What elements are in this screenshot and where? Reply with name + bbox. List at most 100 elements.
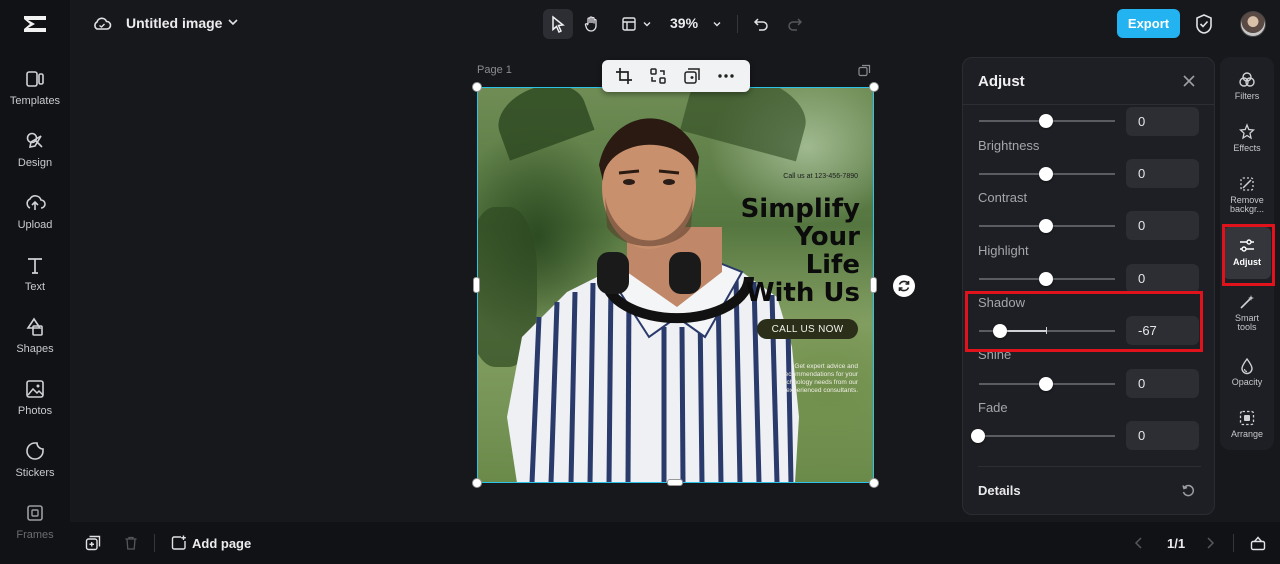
page-manager-icon[interactable] [1250, 535, 1266, 551]
tool-label: Filters [1234, 91, 1260, 101]
redo-button[interactable] [784, 9, 806, 39]
nav-upload[interactable]: Upload [0, 188, 70, 244]
tool-effects[interactable]: Effects [1223, 113, 1271, 165]
nav-text[interactable]: Text [0, 250, 70, 306]
zoom-level[interactable]: 39% [670, 15, 698, 31]
resize-handle-bottom-right[interactable] [869, 478, 879, 488]
delete-page-icon[interactable] [123, 535, 139, 551]
adjust-panel: Adjust 0 Brightness 0 Contrast 0 Highlig… [962, 57, 1215, 515]
close-icon[interactable] [1182, 74, 1196, 88]
next-page-icon[interactable] [1202, 535, 1218, 551]
shapes-icon [26, 317, 43, 336]
tool-adjust[interactable]: Adjust [1223, 227, 1271, 279]
replace-icon[interactable] [648, 66, 668, 86]
add-page-button[interactable]: Add page [192, 536, 251, 551]
undo-icon [753, 18, 768, 31]
highlight-slider-knob[interactable] [1039, 272, 1053, 286]
nav-stickers[interactable]: Stickers [0, 436, 70, 492]
details-toggle[interactable]: Details [978, 483, 1021, 498]
fade-value-input[interactable]: 0 [1126, 421, 1199, 450]
hand-icon [584, 16, 597, 32]
shine-value-input[interactable]: 0 [1126, 369, 1199, 398]
opacity-drop-icon [1241, 357, 1253, 375]
tool-arrange[interactable]: Arrange [1223, 399, 1271, 451]
nav-label: Stickers [15, 467, 55, 479]
more-options-icon[interactable] [716, 66, 736, 86]
hand-tool-button[interactable] [577, 9, 607, 39]
slider-value-input[interactable]: 0 [1126, 107, 1199, 136]
design-cta-button[interactable]: CALL US NOW [757, 319, 858, 339]
nav-design[interactable]: Design [0, 126, 70, 182]
shadow-value-input[interactable]: -67 [1126, 316, 1199, 345]
nav-label: Design [17, 157, 53, 169]
tool-opacity[interactable]: Opacity [1223, 347, 1271, 399]
resize-handle-bottom-left[interactable] [472, 478, 482, 488]
nav-label: Templates [9, 95, 61, 107]
shine-slider-knob[interactable] [1039, 377, 1053, 391]
duplicate-page-icon[interactable] [858, 64, 871, 77]
headline-line: Simplify [740, 194, 860, 224]
tool-filters[interactable]: Filters [1223, 61, 1271, 113]
document-title[interactable]: Untitled image [126, 15, 222, 31]
contrast-label: Contrast [978, 190, 1028, 205]
add-page-copy-icon[interactable] [85, 535, 101, 551]
nav-photos[interactable]: Photos [0, 374, 70, 430]
capcut-logo-icon[interactable] [20, 10, 50, 38]
shadow-slider-knob[interactable] [993, 324, 1007, 338]
slider-knob[interactable] [1039, 114, 1053, 128]
layout-dropdown-button[interactable] [616, 9, 656, 39]
layout-icon [621, 17, 636, 31]
brightness-label: Brightness [978, 138, 1040, 153]
shadow-slider-center-tick [1046, 327, 1047, 334]
tool-smart-tools[interactable]: Smart tools [1223, 283, 1271, 341]
highlight-label: Highlight [978, 243, 1029, 258]
resize-handle-left[interactable] [473, 277, 480, 293]
bottom-divider [154, 534, 155, 552]
export-button[interactable]: Export [1117, 9, 1180, 38]
resize-handle-bottom[interactable] [667, 479, 683, 486]
zoom-dropdown-button[interactable] [710, 9, 724, 39]
adjust-sliders-icon [1240, 239, 1254, 252]
reset-icon[interactable] [1181, 484, 1195, 498]
tool-label: Opacity [1231, 377, 1263, 387]
cloud-sync-icon[interactable] [92, 14, 112, 34]
resize-handle-top-right[interactable] [869, 82, 879, 92]
shield-check-icon[interactable] [1194, 13, 1214, 35]
design-headline[interactable]: Simplify Your Life With Us [741, 195, 860, 307]
resize-handle-right[interactable] [870, 277, 877, 293]
rotate-button[interactable] [893, 275, 915, 297]
design-page[interactable]: Call us at 123-456-7890 Simplify Your Li… [477, 87, 874, 483]
previous-page-icon[interactable] [1131, 535, 1147, 551]
fade-slider-track[interactable] [979, 435, 1115, 437]
undo-button[interactable] [750, 9, 772, 39]
canvas-workspace[interactable]: Page 1 Call us at 123-456-7890 Simplify … [70, 48, 960, 522]
brightness-value-input[interactable]: 0 [1126, 159, 1199, 188]
design-body-text[interactable]: Get expert advice and recommendations fo… [774, 363, 858, 395]
design-phone-text[interactable]: Call us at 123-456-7890 [783, 173, 858, 180]
toolbar-divider [737, 15, 738, 33]
page-label: Page 1 [477, 64, 512, 76]
highlight-value-input[interactable]: 0 [1126, 264, 1199, 293]
select-tool-button[interactable] [543, 9, 573, 39]
fade-slider-knob[interactable] [971, 429, 985, 443]
contrast-value-input[interactable]: 0 [1126, 211, 1199, 240]
details-divider [978, 466, 1201, 467]
user-avatar[interactable] [1240, 11, 1266, 37]
filters-icon [1239, 72, 1255, 87]
nav-shapes[interactable]: Shapes [0, 312, 70, 368]
brightness-slider-knob[interactable] [1039, 167, 1053, 181]
resize-handle-top-left[interactable] [472, 82, 482, 92]
chevron-down-icon [643, 22, 650, 27]
duplicate-icon[interactable] [682, 66, 702, 86]
nav-templates[interactable]: Templates [0, 64, 70, 120]
magic-wand-icon [1240, 295, 1254, 309]
tool-label: Arrange [1230, 429, 1264, 439]
tool-label: Effects [1233, 143, 1261, 153]
tool-remove-background[interactable]: Remove backgr... [1223, 165, 1271, 223]
contrast-slider-knob[interactable] [1039, 219, 1053, 233]
chevron-down-icon[interactable] [227, 16, 239, 28]
add-page-icon[interactable] [171, 535, 187, 551]
tool-label: Remove backgr... [1229, 195, 1265, 214]
nav-frames[interactable]: Frames [0, 498, 70, 554]
crop-icon[interactable] [614, 66, 634, 86]
